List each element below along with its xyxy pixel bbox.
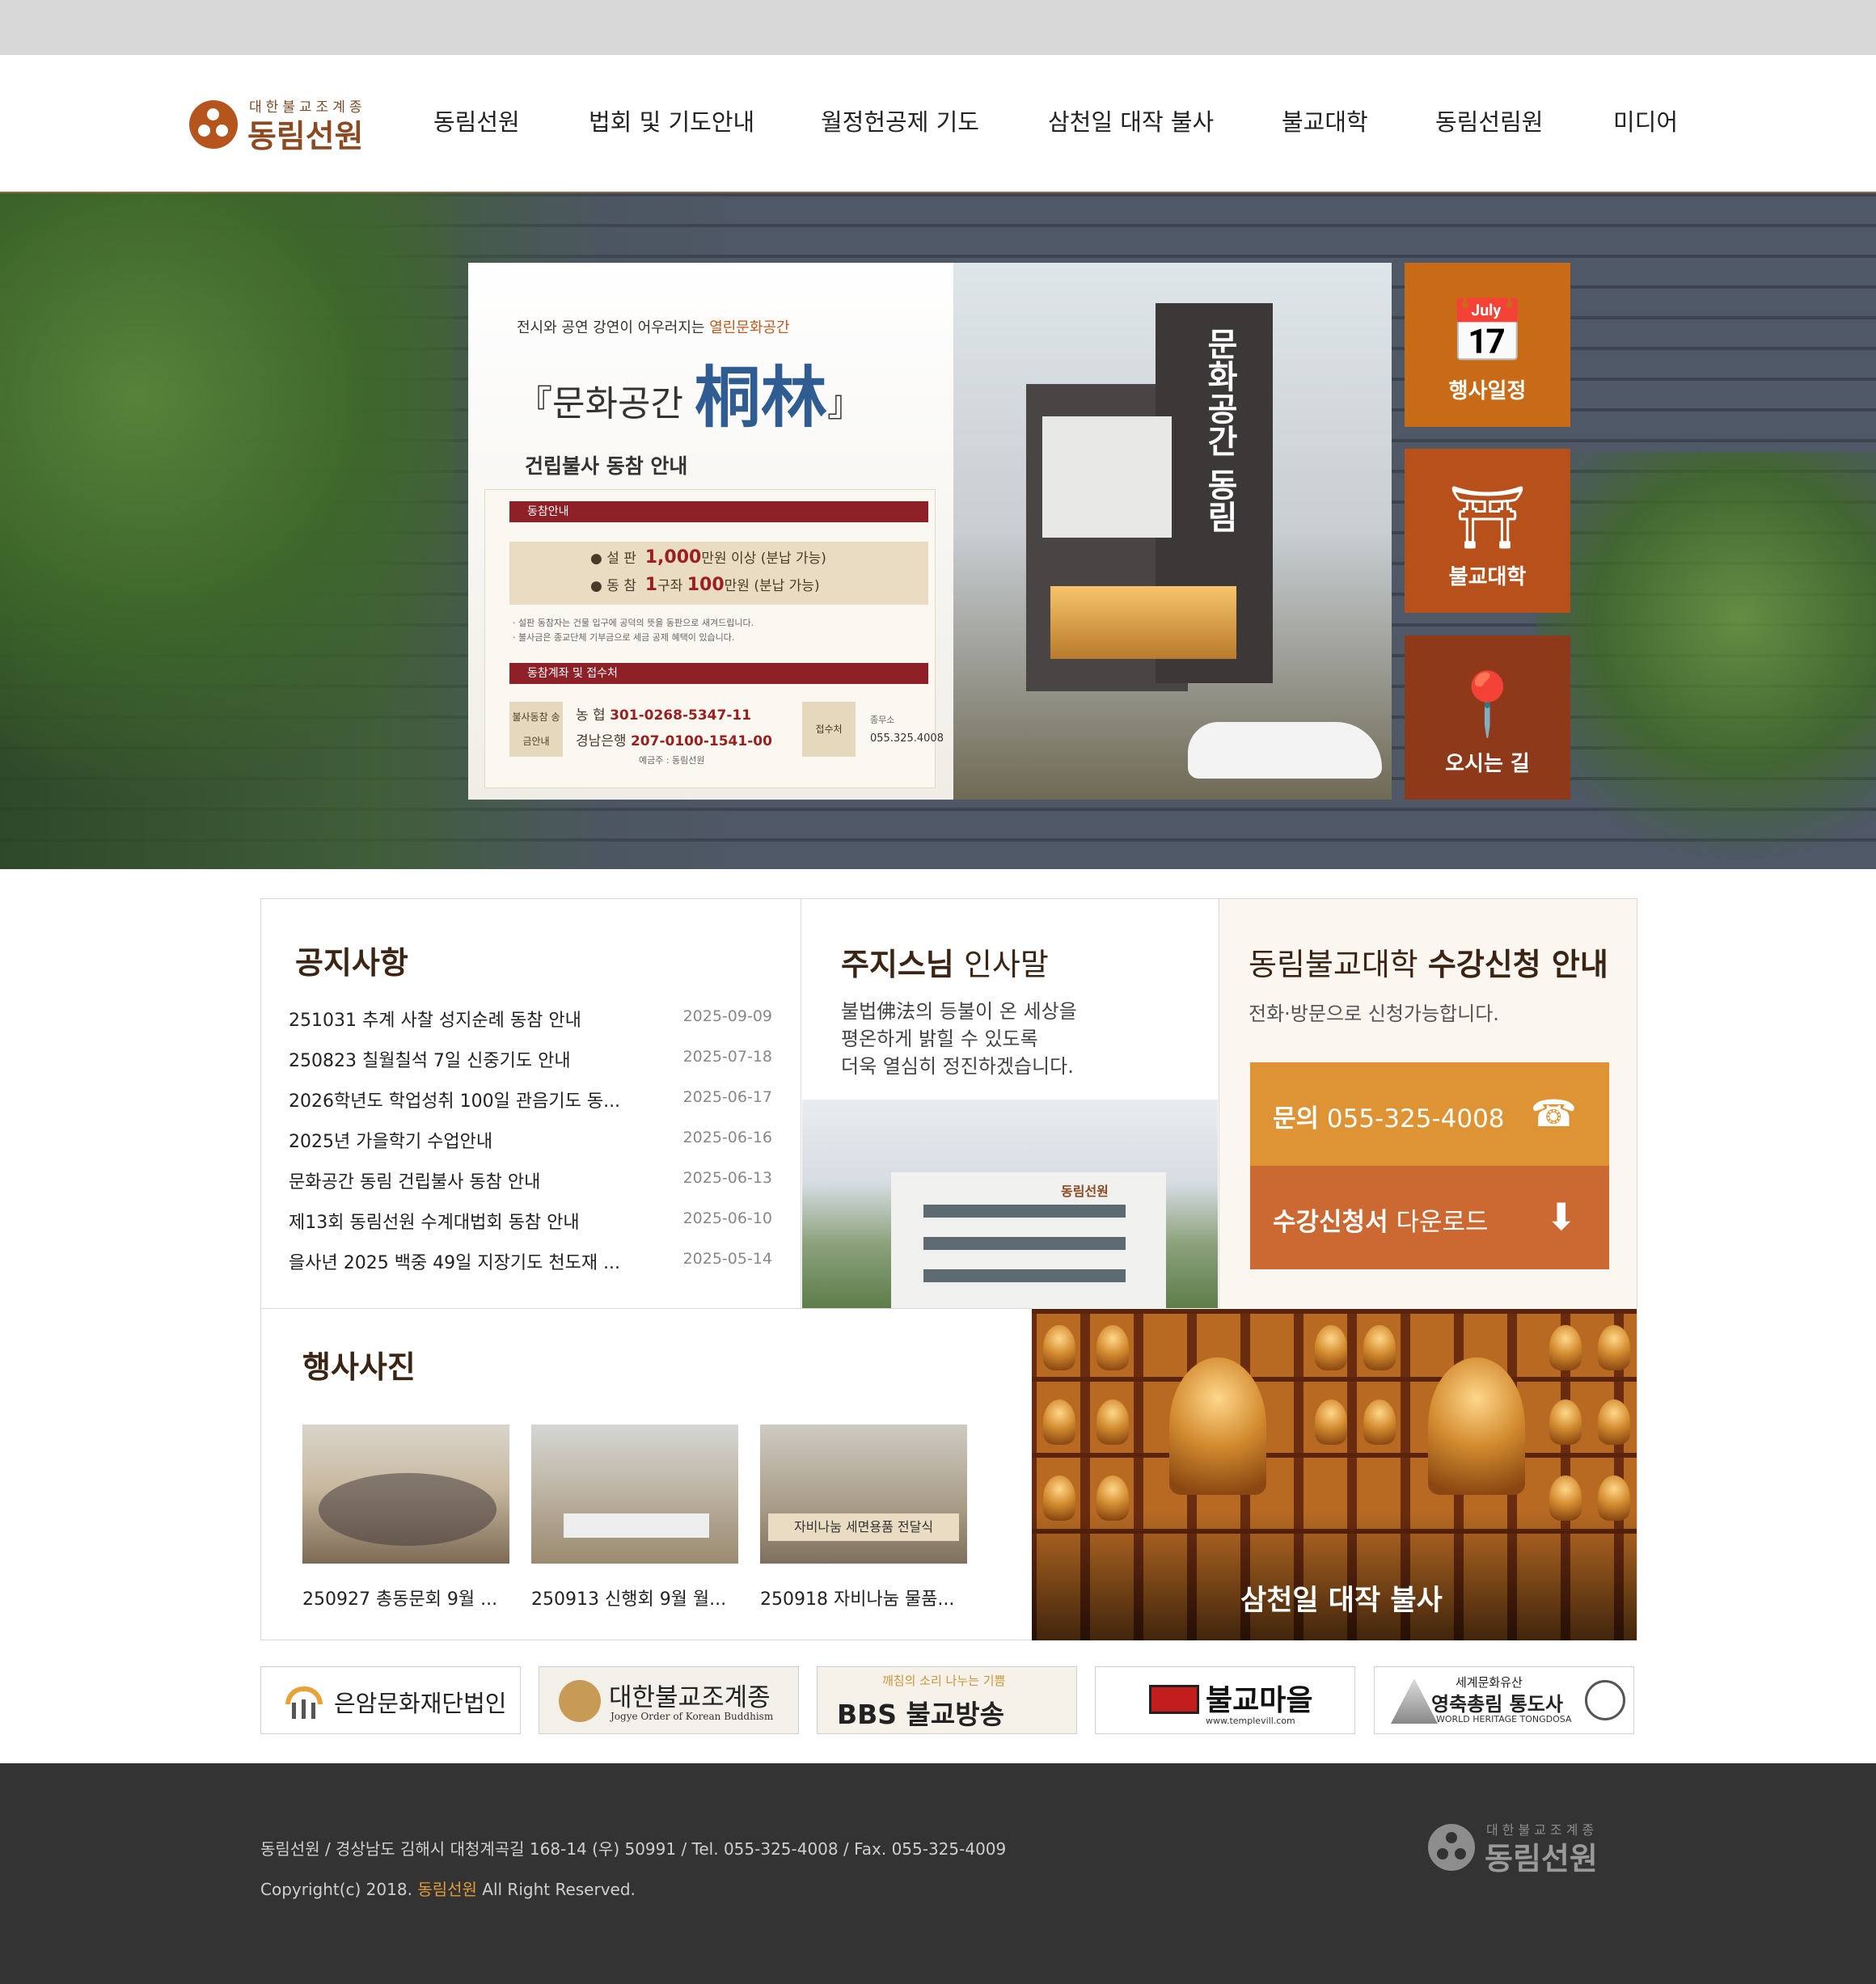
account-header: 동참계좌 및 접수처 <box>509 663 928 684</box>
hero-foliage-left <box>0 193 453 869</box>
event-caption-2[interactable]: 250913 신행회 9월 월... <box>531 1585 738 1610</box>
participation-header: 동참안내 <box>509 501 928 522</box>
event-photo-3[interactable]: 자비나눔 세면용품 전달식 <box>760 1425 967 1564</box>
templevill-logo-icon <box>1149 1685 1199 1714</box>
world-heritage-icon <box>1585 1680 1625 1720</box>
hero-banner[interactable]: 문화공간 동림 전시와 공연 강연이 어우러지는 열린문화공간 『문화공간 桐林… <box>468 263 1392 800</box>
quick-event-schedule[interactable]: 📅 행사일정 <box>1405 263 1570 427</box>
notice-item-title: 250823 칠월칠석 7일 신중기도 안내 <box>289 1051 571 1071</box>
office-tag: 접수처 <box>802 702 856 757</box>
row-seolpan: ● 설 판 1,000만원 이상 (분납 가능) <box>590 547 826 568</box>
top-strip <box>0 0 1876 55</box>
notice-item-title: 251031 추계 사찰 성지순례 동참 안내 <box>289 1011 581 1031</box>
notice-item-date: 2025-06-13 <box>682 1169 772 1187</box>
partner-bbs[interactable]: 깨침의 소리 나누는 기쁨 BBS 불교방송 <box>817 1666 1077 1734</box>
remit-tag: 불사동참 송금안내 <box>509 702 563 757</box>
notice-item-title: 2025년 가을학기 수업안내 <box>289 1132 493 1152</box>
nav-buddhist-college[interactable]: 불교대학 <box>1282 103 1368 137</box>
nav-dharma-service[interactable]: 법회 및 기도안내 <box>589 103 754 137</box>
nav-monthly-prayer[interactable]: 월정헌공제 기도 <box>821 103 979 137</box>
notice-item-title: 2026학년도 학업성취 100일 관음기도 동... <box>289 1091 621 1112</box>
nav-donglim-seonrimwon[interactable]: 동림선림원 <box>1435 103 1543 137</box>
building-sign: 문화공간 동림 <box>1201 327 1238 533</box>
banner-building-image: 문화공간 동림 <box>953 263 1392 800</box>
banner-lead: 전시와 공연 강연이 어우러지는 열린문화공간 <box>517 319 790 336</box>
apply-description: 전화·방문으로 신청가능합니다. <box>1249 1003 1499 1025</box>
quick-buddhist-college[interactable]: ⛩ 불교대학 <box>1405 449 1570 613</box>
partner-templevill[interactable]: 불교마을 www.templevill.com <box>1095 1666 1355 1734</box>
hero-section: 문화공간 동림 전시와 공연 강연이 어우러지는 열린문화공간 『문화공간 桐林… <box>0 193 1876 869</box>
building-photo-sign: 동림선원 <box>1061 1184 1109 1199</box>
partner-tongdosa[interactable]: 세계문화유산 영축총림 통도사 WORLD HERITAGE TONGDOSA <box>1374 1666 1634 1734</box>
nav-3000-day-project[interactable]: 삼천일 대작 불사 <box>1048 103 1214 137</box>
car-image <box>1188 722 1382 779</box>
donation-card: 동참안내 ● 설 판 1,000만원 이상 (분납 가능) ● 동 참 1구좌 … <box>484 489 944 788</box>
apply-title: 동림불교대학 수강신청 안내 <box>1249 947 1608 982</box>
temple-building-photo: 동림선원 <box>802 1100 1218 1308</box>
hero-foliage-right <box>1536 452 1876 869</box>
notice-title: 공지사항 <box>295 945 408 981</box>
buddha-caption: 삼천일 대작 불사 <box>1240 1585 1443 1617</box>
notice-item-title: 을사년 2025 백중 49일 지장기도 천도재 ... <box>289 1253 621 1273</box>
map-pin-icon: 📍 <box>1449 668 1526 740</box>
event-photo-1[interactable] <box>302 1425 509 1564</box>
office-label: 종무소 <box>870 715 895 725</box>
notice-item[interactable]: 250823 칠월칠석 7일 신중기도 안내 2025-07-18 <box>289 1046 772 1079</box>
quick-directions[interactable]: 📍 오시는 길 <box>1405 635 1570 800</box>
nav-donglim[interactable]: 동림선원 <box>433 103 520 137</box>
event-caption-3[interactable]: 250918 자비나눔 물품... <box>760 1585 967 1610</box>
note-2: · 불사금은 종교단체 기부금으로 세금 공제 혜택이 있습니다. <box>513 632 735 643</box>
nav-media[interactable]: 미디어 <box>1613 103 1678 137</box>
notice-item[interactable]: 을사년 2025 백중 49일 지장기도 천도재 ... 2025-05-14 <box>289 1248 772 1281</box>
note-1: · 설판 동참자는 건물 입구에 공덕의 뜻을 동판으로 새겨드립니다. <box>513 618 754 628</box>
notice-item[interactable]: 제13회 동림선원 수계대법회 동참 안내 2025-06-10 <box>289 1208 772 1240</box>
notice-item-date: 2025-06-16 <box>682 1129 772 1146</box>
row-dongcham: ● 동 참 1구좌 100만원 (분납 가능) <box>590 575 820 595</box>
banner-subtitle: 건립불사 동참 안내 <box>525 454 688 478</box>
site-logo[interactable]: 대한불교조계종 동림선원 <box>189 95 391 155</box>
greeting-text: 불법佛法의 등불이 온 세상을 평온하게 밝힐 수 있도록 더욱 열심히 정진하… <box>841 1000 1077 1078</box>
dharma-wheel-icon <box>189 100 238 149</box>
account-kn: 경남은행 207-0100-1541-00 <box>576 733 772 749</box>
greeting-title[interactable]: 주지스님 인사말 <box>841 939 1049 984</box>
notice-item-date: 2025-06-17 <box>682 1088 772 1106</box>
event-photo-2[interactable] <box>531 1425 738 1564</box>
notice-item-date: 2025-07-18 <box>682 1048 772 1066</box>
jogye-logo-icon <box>559 1680 601 1722</box>
event-caption-1[interactable]: 250927 총동문회 9월 ... <box>302 1585 509 1610</box>
site-header: 대한불교조계종 동림선원 동림선원 법회 및 기도안내 월정헌공제 기도 삼천일… <box>0 55 1876 193</box>
notice-item[interactable]: 2025년 가을학기 수업안내 2025-06-16 <box>289 1127 772 1159</box>
calendar-clock-icon: 📅 <box>1449 295 1526 367</box>
notice-item-date: 2025-05-14 <box>682 1250 772 1268</box>
footer-copyright: Copyright(c) 2018. 동림선원 All Right Reserv… <box>260 1880 636 1899</box>
notice-item-date: 2025-06-10 <box>682 1209 772 1227</box>
events-title: 행사사진 <box>302 1349 416 1385</box>
temple-gate-icon: ⛩ <box>1448 481 1527 553</box>
download-form-button[interactable]: 수강신청서 다운로드 ⬇ <box>1250 1166 1609 1269</box>
footer-address: 동림선원 / 경상남도 김해시 대청계곡길 168-14 (우) 50991 /… <box>260 1839 1007 1859</box>
partner-eunam-foundation[interactable]: 은암문화재단법인 <box>260 1666 521 1734</box>
notice-item-date: 2025-09-09 <box>682 1007 772 1025</box>
download-icon: ⬇ <box>1545 1195 1577 1239</box>
phone-icon: ☎ <box>1530 1091 1577 1135</box>
dharma-wheel-icon <box>1428 1824 1475 1871</box>
notice-item-title: 문화공간 동림 건립불사 동참 안내 <box>289 1172 541 1193</box>
footer-logo[interactable]: 대한불교조계종 동림선원 <box>1428 1819 1630 1876</box>
notice-item[interactable]: 문화공간 동림 건립불사 동참 안내 2025-06-13 <box>289 1167 772 1200</box>
office-phone: 055.325.4008 <box>870 732 944 745</box>
partner-jogye-order[interactable]: 대한불교조계종 Jogye Order of Korean Buddhism <box>539 1666 799 1734</box>
logo-title: 동림선원 <box>247 119 364 155</box>
site-footer: 동림선원 / 경상남도 김해시 대청계곡길 168-14 (우) 50991 /… <box>0 1763 1876 1984</box>
banner-title: 『문화공간 桐林』 <box>517 360 863 437</box>
notice-item-title: 제13회 동림선원 수계대법회 동참 안내 <box>289 1213 580 1233</box>
account-nh: 농 협 301-0268-5347-11 <box>576 707 752 724</box>
event-photo-3-banner: 자비나눔 세면용품 전달식 <box>768 1513 959 1541</box>
buddha-project-banner[interactable]: 삼천일 대작 불사 <box>1032 1309 1637 1640</box>
account-holder: 예금주 : 동림선원 <box>639 755 705 766</box>
notice-item[interactable]: 251031 추계 사찰 성지순례 동참 안내 2025-09-09 <box>289 1006 772 1038</box>
eunam-logo-icon <box>285 1682 323 1719</box>
notice-item[interactable]: 2026학년도 학업성취 100일 관음기도 동... 2025-06-17 <box>289 1087 772 1119</box>
phone-inquiry-button[interactable]: 문의 055-325-4008 ☎ <box>1250 1062 1609 1166</box>
